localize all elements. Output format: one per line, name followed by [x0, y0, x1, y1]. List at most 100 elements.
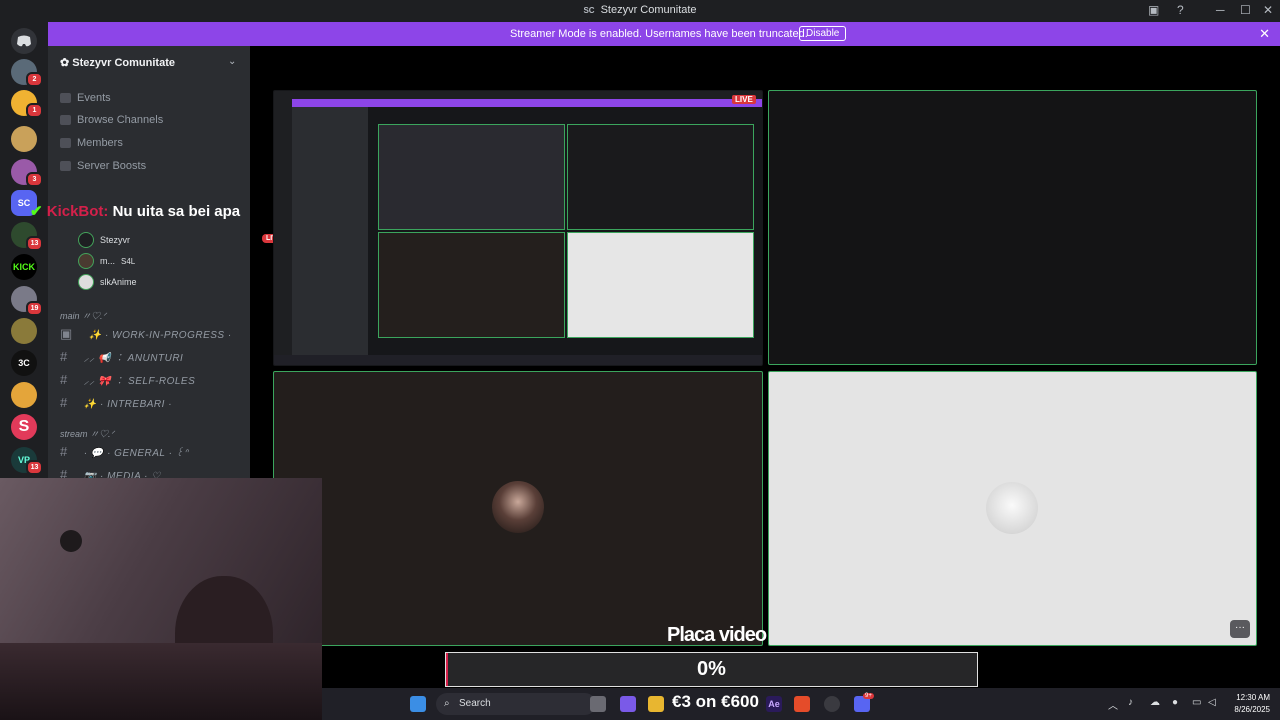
task-view-icon[interactable] [590, 696, 606, 712]
help-icon[interactable]: ? [1177, 3, 1184, 17]
more-options-icon[interactable]: ··· [1230, 620, 1250, 638]
clock[interactable]: 12:30 AM 8/26/2025 [1234, 692, 1270, 716]
hash-icon: # [60, 349, 68, 364]
calendar-icon [60, 93, 71, 104]
category-stream[interactable]: stream 〃♡.ᐟ [60, 427, 114, 440]
channel-general[interactable]: # · 💬 · GENERAL · ꒰ᐢ [60, 444, 188, 459]
kickbot-name: KickBot: [46, 203, 109, 220]
minimize-button[interactable]: ─ [1216, 3, 1225, 17]
inbox-icon[interactable]: ▣ [1148, 3, 1159, 17]
voice-user[interactable]: Stezyvr [78, 232, 130, 248]
server-icon-9[interactable] [11, 318, 37, 344]
search-icon: ⌕ [444, 698, 450, 709]
members-icon [60, 138, 71, 149]
close-banner-icon[interactable]: ✕ [1259, 26, 1270, 42]
channel-work-in-progress[interactable]: ▣ ✨ · WORK-IN-PROGRESS · [60, 326, 232, 342]
channel-self-roles[interactable]: # ⸝⸝ 🎀 ︰ SELF-ROLES [60, 372, 195, 387]
avatar [986, 482, 1038, 534]
discord-home-icon[interactable] [11, 28, 37, 54]
avatar [78, 274, 94, 290]
mention-badge: 19 [26, 301, 43, 316]
overlay-title: Placa video [667, 624, 767, 646]
avatar [78, 232, 94, 248]
after-effects-icon[interactable]: Ae [766, 696, 782, 712]
server-header[interactable]: ✿ Stezyvr Comunitate [60, 56, 175, 69]
brave-icon[interactable] [794, 696, 810, 712]
boost-icon [60, 161, 71, 172]
kickbot-message: Nu uita sa bei apa [112, 203, 241, 220]
progress-label: 0% [697, 658, 726, 680]
stream-tile-screenshare[interactable]: LIVE [273, 90, 763, 366]
hash-icon: ▣ [60, 326, 73, 341]
hash-icon: # [60, 372, 68, 387]
nested-taskbar [274, 355, 762, 365]
volume-icon[interactable]: ◁ [1208, 697, 1216, 708]
stream-tile-user-light[interactable]: ··· [768, 371, 1257, 646]
mention-badge: 2 [26, 72, 43, 87]
disable-streamer-mode-button[interactable]: Disable [799, 26, 847, 41]
hash-icon: # [60, 395, 68, 410]
browse-icon [60, 115, 71, 126]
nested-tile [567, 124, 754, 230]
mention-badge: 13 [26, 236, 43, 251]
nav-server-boosts[interactable]: Server Boosts [60, 160, 146, 172]
channel-sidebar: ✿ Stezyvr Comunitate ⌄ Events Browse Cha… [48, 46, 286, 482]
windows-start-icon[interactable] [410, 696, 426, 712]
audio-icon[interactable]: ♪ [1128, 697, 1133, 708]
network-icon[interactable]: ▭ [1192, 697, 1201, 708]
maximize-button[interactable]: ☐ [1240, 3, 1251, 17]
voice-user[interactable]: slkAnime [78, 274, 137, 290]
nav-browse-channels[interactable]: Browse Channels [60, 114, 163, 126]
donation-overlay-text: €3 on €600 [672, 692, 759, 711]
hash-icon: # [60, 444, 68, 459]
stream-tile-empty[interactable] [768, 90, 1257, 365]
file-explorer-icon[interactable] [648, 696, 664, 712]
channel-anunturi[interactable]: # ⸝⸝ 📢 ︰ ANUNTURI [60, 349, 183, 364]
kickbot-chat-overlay: ✔ KickBot: Nu uita sa bei apa [30, 202, 240, 220]
server-icon-3c[interactable]: 3C [11, 350, 37, 376]
mention-badge: 3 [26, 172, 43, 187]
window-title: Stezyvr Comunitate [600, 4, 697, 16]
server-icon-kick[interactable]: KICK [11, 254, 37, 280]
nested-tile [378, 232, 565, 338]
wall-object [60, 530, 82, 552]
nav-events[interactable]: Events [60, 92, 111, 104]
chevron-down-icon[interactable]: ⌄ [228, 56, 236, 67]
copilot-icon[interactable] [620, 696, 636, 712]
github-icon[interactable] [824, 696, 840, 712]
nested-tile [567, 232, 754, 338]
stream-tile-user[interactable] [273, 371, 763, 646]
mention-badge: 13 [26, 460, 43, 475]
server-name: Stezyvr Comunitate [72, 57, 175, 69]
chevron-up-icon[interactable]: ︿ [1108, 697, 1118, 712]
desk [0, 643, 322, 720]
voice-user[interactable]: m... S4L [78, 253, 135, 269]
nested-tile [378, 124, 565, 230]
progress-bar: 0% [445, 652, 978, 687]
taskbar: ⌕ Search €3 on €600 Ae 9+ ︿ ♪ ☁ ● ▭ ◁ 12… [322, 688, 1280, 720]
nested-sidebar [292, 107, 368, 355]
avatar [492, 481, 544, 533]
category-main[interactable]: main 〃♡.ᐟ [60, 309, 106, 322]
webcam-feed [0, 478, 322, 720]
cloud-icon[interactable]: ☁ [1150, 697, 1160, 708]
banner-message: Streamer Mode is enabled. Usernames have… [510, 28, 808, 40]
streamer-mode-banner: Streamer Mode is enabled. Usernames have… [40, 22, 1280, 46]
server-icon-11[interactable] [11, 382, 37, 408]
live-badge: LIVE [732, 95, 756, 104]
server-icon-12[interactable]: S [11, 414, 37, 440]
mic-icon[interactable]: ● [1172, 697, 1178, 708]
taskbar-search[interactable]: ⌕ Search [436, 693, 596, 715]
nested-rail [274, 99, 292, 355]
nav-members[interactable]: Members [60, 137, 123, 149]
nested-title-bar [274, 91, 762, 99]
app-icon: SC [583, 6, 595, 15]
close-window-button[interactable]: ✕ [1263, 3, 1273, 17]
server-icon-3[interactable] [11, 126, 37, 152]
notification-badge: 9+ [863, 693, 874, 699]
server-settings-icon: ✿ [60, 57, 70, 69]
avatar [78, 253, 94, 269]
kick-icon: ✔ [30, 203, 43, 220]
nested-banner [292, 99, 762, 107]
channel-intrebari[interactable]: # ✨ · INTREBARI · [60, 395, 172, 410]
